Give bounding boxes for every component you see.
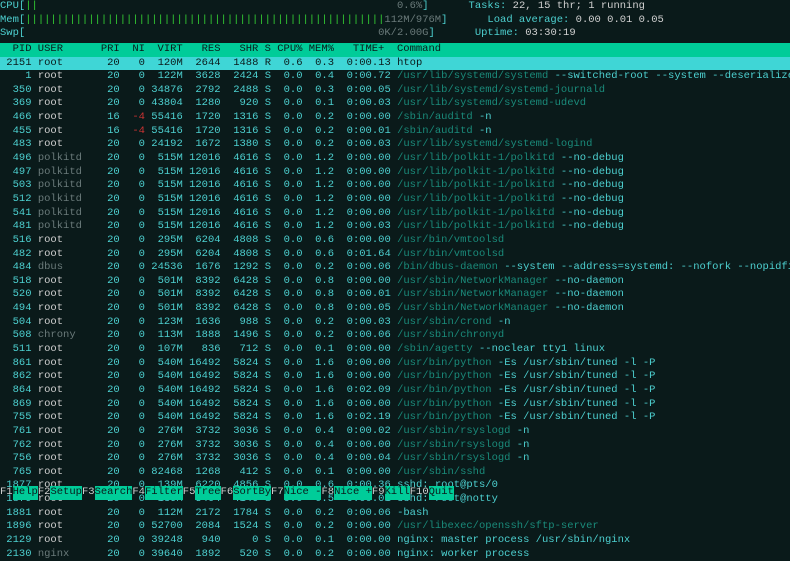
fkey-f4[interactable]: F4Filter [132,486,182,500]
process-row[interactable]: 369 root 20 0 43804 1280 920 S 0.0 0.1 0… [0,97,790,111]
process-row[interactable]: 861 root 20 0 540M 16492 5824 S 0.0 1.6 … [0,357,790,371]
fkey-f9[interactable]: F9Kill [372,486,410,500]
process-row[interactable]: 864 root 20 0 540M 16492 5824 S 0.0 1.6 … [0,384,790,398]
cpu-meter: CPU[|| 0.6%] [0,0,429,14]
fkey-f7[interactable]: F7Nice - [271,486,321,500]
process-row[interactable]: 455 root 16 -4 55416 1720 1316 S 0.0 0.2… [0,125,790,139]
process-row[interactable]: 466 root 16 -4 55416 1720 1316 S 0.0 0.2… [0,111,790,125]
uptime-line: Uptime: 03:30:19 [475,27,576,41]
fkey-f10[interactable]: F10Quit [410,486,454,500]
process-row[interactable]: 508 chrony 20 0 113M 1888 1496 S 0.0 0.2… [0,329,790,343]
process-row[interactable]: 755 root 20 0 540M 16492 5824 S 0.0 1.6 … [0,411,790,425]
process-row[interactable]: 762 root 20 0 276M 3732 3036 S 0.0 0.4 0… [0,439,790,453]
load-line: Load average: 0.00 0.01 0.05 [487,14,663,28]
process-row[interactable]: 869 root 20 0 540M 16492 5824 S 0.0 1.6 … [0,398,790,412]
fkey-f6[interactable]: F6SortBy [221,486,271,500]
process-row[interactable]: 511 root 20 0 107M 836 712 S 0.0 0.1 0:0… [0,343,790,357]
meters-panel: CPU[|| 0.6%] Tasks: 22, 15 thr; 1 runnin… [0,0,790,41]
process-row[interactable]: 2130 nginx 20 0 39640 1892 520 S 0.0 0.2… [0,548,790,561]
process-row[interactable]: 2151 root 20 0 120M 2644 1488 R 0.6 0.3 … [0,57,790,71]
process-row[interactable]: 541 polkitd 20 0 515M 12016 4616 S 0.0 1… [0,207,790,221]
process-row[interactable]: 483 root 20 0 24192 1672 1380 S 0.0 0.2 … [0,138,790,152]
fkey-f5[interactable]: F5Tree [183,486,221,500]
fkey-f3[interactable]: F3Search [82,486,132,500]
process-row[interactable]: 484 dbus 20 0 24536 1676 1292 S 0.0 0.2 … [0,261,790,275]
process-row[interactable]: 512 polkitd 20 0 515M 12016 4616 S 0.0 1… [0,193,790,207]
process-row[interactable]: 482 root 20 0 295M 6204 4808 S 0.0 0.6 0… [0,248,790,262]
process-row[interactable]: 503 polkitd 20 0 515M 12016 4616 S 0.0 1… [0,179,790,193]
process-row[interactable]: 1 root 20 0 122M 3628 2424 S 0.0 0.4 0:0… [0,70,790,84]
process-row[interactable]: 350 root 20 0 34876 2792 2488 S 0.0 0.3 … [0,84,790,98]
process-row[interactable]: 1881 root 20 0 112M 2172 1784 S 0.0 0.2 … [0,507,790,521]
swp-meter: Swp[ 0K/2.00G] [0,27,435,41]
process-row[interactable]: 756 root 20 0 276M 3732 3036 S 0.0 0.4 0… [0,452,790,466]
process-row[interactable]: 516 root 20 0 295M 6204 4808 S 0.0 0.6 0… [0,234,790,248]
tasks-line: Tasks: 22, 15 thr; 1 running [469,0,645,14]
function-key-bar[interactable]: F1Help F2Setup F3SearchF4FilterF5Tree F6… [0,486,790,500]
process-row[interactable]: 494 root 20 0 501M 8392 6428 S 0.0 0.8 0… [0,302,790,316]
fkey-f1[interactable]: F1Help [0,486,38,500]
mem-meter: Mem[||||||||||||||||||||||||||||||||||||… [0,14,447,28]
process-row[interactable]: 518 root 20 0 501M 8392 6428 S 0.0 0.8 0… [0,275,790,289]
process-row[interactable]: 761 root 20 0 276M 3732 3036 S 0.0 0.4 0… [0,425,790,439]
process-table[interactable]: PID USER PRI NI VIRT RES SHR S CPU% MEM%… [0,43,790,561]
process-row[interactable]: 862 root 20 0 540M 16492 5824 S 0.0 1.6 … [0,370,790,384]
process-row[interactable]: 2129 root 20 0 39248 940 0 S 0.0 0.1 0:0… [0,534,790,548]
fkey-f2[interactable]: F2Setup [38,486,82,500]
process-row[interactable]: 481 polkitd 20 0 515M 12016 4616 S 0.0 1… [0,220,790,234]
process-row[interactable]: 1896 root 20 0 52700 2084 1524 S 0.0 0.2… [0,520,790,534]
fkey-f8[interactable]: F8Nice + [321,486,371,500]
process-row[interactable]: 497 polkitd 20 0 515M 12016 4616 S 0.0 1… [0,166,790,180]
process-row[interactable]: 765 root 20 0 82468 1268 412 S 0.0 0.1 0… [0,466,790,480]
column-headers[interactable]: PID USER PRI NI VIRT RES SHR S CPU% MEM%… [0,43,790,57]
process-row[interactable]: 520 root 20 0 501M 8392 6428 S 0.0 0.8 0… [0,288,790,302]
process-row[interactable]: 504 root 20 0 123M 1636 988 S 0.0 0.2 0:… [0,316,790,330]
process-row[interactable]: 496 polkitd 20 0 515M 12016 4616 S 0.0 1… [0,152,790,166]
